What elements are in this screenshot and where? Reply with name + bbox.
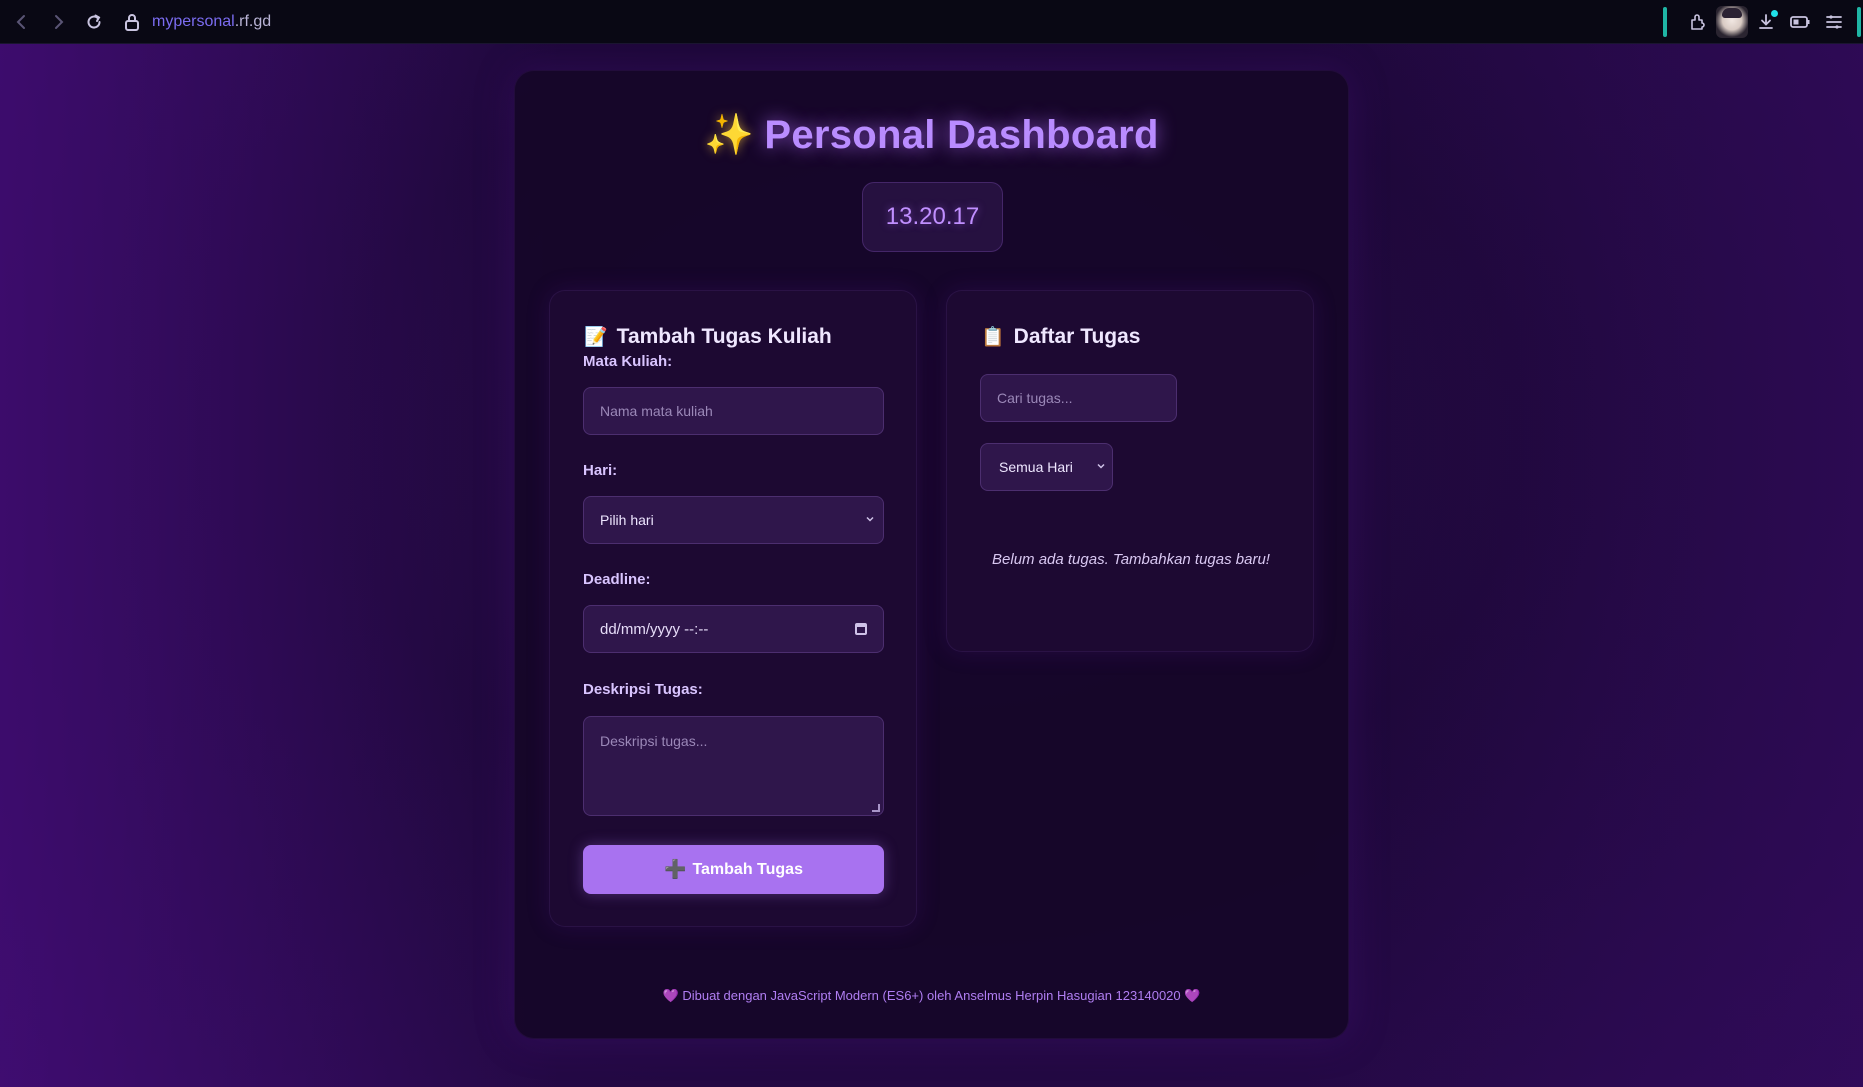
url-tld: .rf.gd xyxy=(234,12,272,30)
day-filter-value: Semua Hari xyxy=(999,459,1073,475)
toolbar-edge xyxy=(1857,7,1861,37)
search-input[interactable]: Cari tugas... xyxy=(980,374,1177,422)
calendar-icon[interactable] xyxy=(855,623,867,635)
url-text: mypersonal.rf.gd xyxy=(152,13,271,31)
forward-icon[interactable] xyxy=(42,6,74,38)
course-input[interactable]: Nama mata kuliah xyxy=(583,387,884,435)
avatar xyxy=(1716,6,1748,38)
footer: 💜 Dibuat dengan JavaScript Modern (ES6+)… xyxy=(515,988,1348,1004)
chevron-down-icon xyxy=(866,516,874,522)
download-badge xyxy=(1771,10,1778,17)
page-title-text: Personal Dashboard xyxy=(764,113,1159,157)
deadline-label: Deadline: xyxy=(583,571,651,588)
add-task-button[interactable]: ➕ Tambah Tugas xyxy=(583,845,884,894)
plus-icon: ➕ xyxy=(664,859,687,879)
day-select[interactable]: Pilih hari xyxy=(583,496,884,544)
footer-text: Dibuat dengan JavaScript Modern (ES6+) o… xyxy=(682,988,1181,1003)
deadline-input[interactable]: dd/mm/yyyy --:-- xyxy=(583,605,884,653)
extensions-icon[interactable] xyxy=(1681,5,1715,39)
task-list-title: 📋 Daftar Tugas xyxy=(981,325,1140,349)
menu-icon[interactable] xyxy=(1817,5,1851,39)
heart-icon: 💜 xyxy=(662,988,679,1003)
add-task-title-text: Tambah Tugas Kuliah xyxy=(616,325,832,348)
url-domain: mypersonal xyxy=(152,12,235,30)
description-textarea[interactable]: Deskripsi tugas... xyxy=(583,716,884,816)
clipboard-icon: 📋 xyxy=(981,327,1005,348)
reload-icon[interactable] xyxy=(78,6,110,38)
task-list-title-text: Daftar Tugas xyxy=(1013,325,1141,348)
toolbar-divider xyxy=(1663,7,1667,37)
day-label: Hari: xyxy=(583,462,618,479)
download-icon[interactable] xyxy=(1749,5,1783,39)
page-title: ✨ Personal Dashboard xyxy=(515,111,1348,158)
sparkles-icon: ✨ xyxy=(704,113,755,157)
day-select-value: Pilih hari xyxy=(600,512,654,528)
browser-toolbar: mypersonal.rf.gd xyxy=(0,0,1863,44)
add-task-button-label: Tambah Tugas xyxy=(692,860,803,878)
toolbar-actions xyxy=(1663,0,1863,44)
resize-handle[interactable] xyxy=(872,804,880,812)
memo-icon: 📝 xyxy=(584,327,608,348)
day-filter-select[interactable]: Semua Hari xyxy=(980,443,1113,491)
task-list-card: 📋 Daftar Tugas Cari tugas... Semua Hari … xyxy=(946,290,1314,652)
deadline-value: dd/mm/yyyy --:-- xyxy=(600,620,709,638)
description-label: Deskripsi Tugas: xyxy=(583,681,703,698)
address-bar[interactable]: mypersonal.rf.gd xyxy=(124,13,271,31)
empty-state-message: Belum ada tugas. Tambahkan tugas baru! xyxy=(992,551,1270,568)
battery-icon[interactable] xyxy=(1783,5,1817,39)
add-task-card: 📝 Tambah Tugas Kuliah Mata Kuliah: Nama … xyxy=(549,290,917,927)
clock-display: 13.20.17 xyxy=(862,182,1003,252)
course-label: Mata Kuliah: xyxy=(583,353,673,370)
heart-icon: 💜 xyxy=(1184,988,1201,1003)
dashboard-container: ✨ Personal Dashboard 13.20.17 📝 Tambah Tu… xyxy=(514,70,1349,1039)
back-icon[interactable] xyxy=(6,6,38,38)
profile-avatar[interactable] xyxy=(1715,5,1749,39)
description-placeholder: Deskripsi tugas... xyxy=(600,733,708,749)
add-task-title: 📝 Tambah Tugas Kuliah xyxy=(584,325,832,349)
lock-icon xyxy=(125,13,139,31)
chevron-down-icon xyxy=(1097,463,1105,469)
